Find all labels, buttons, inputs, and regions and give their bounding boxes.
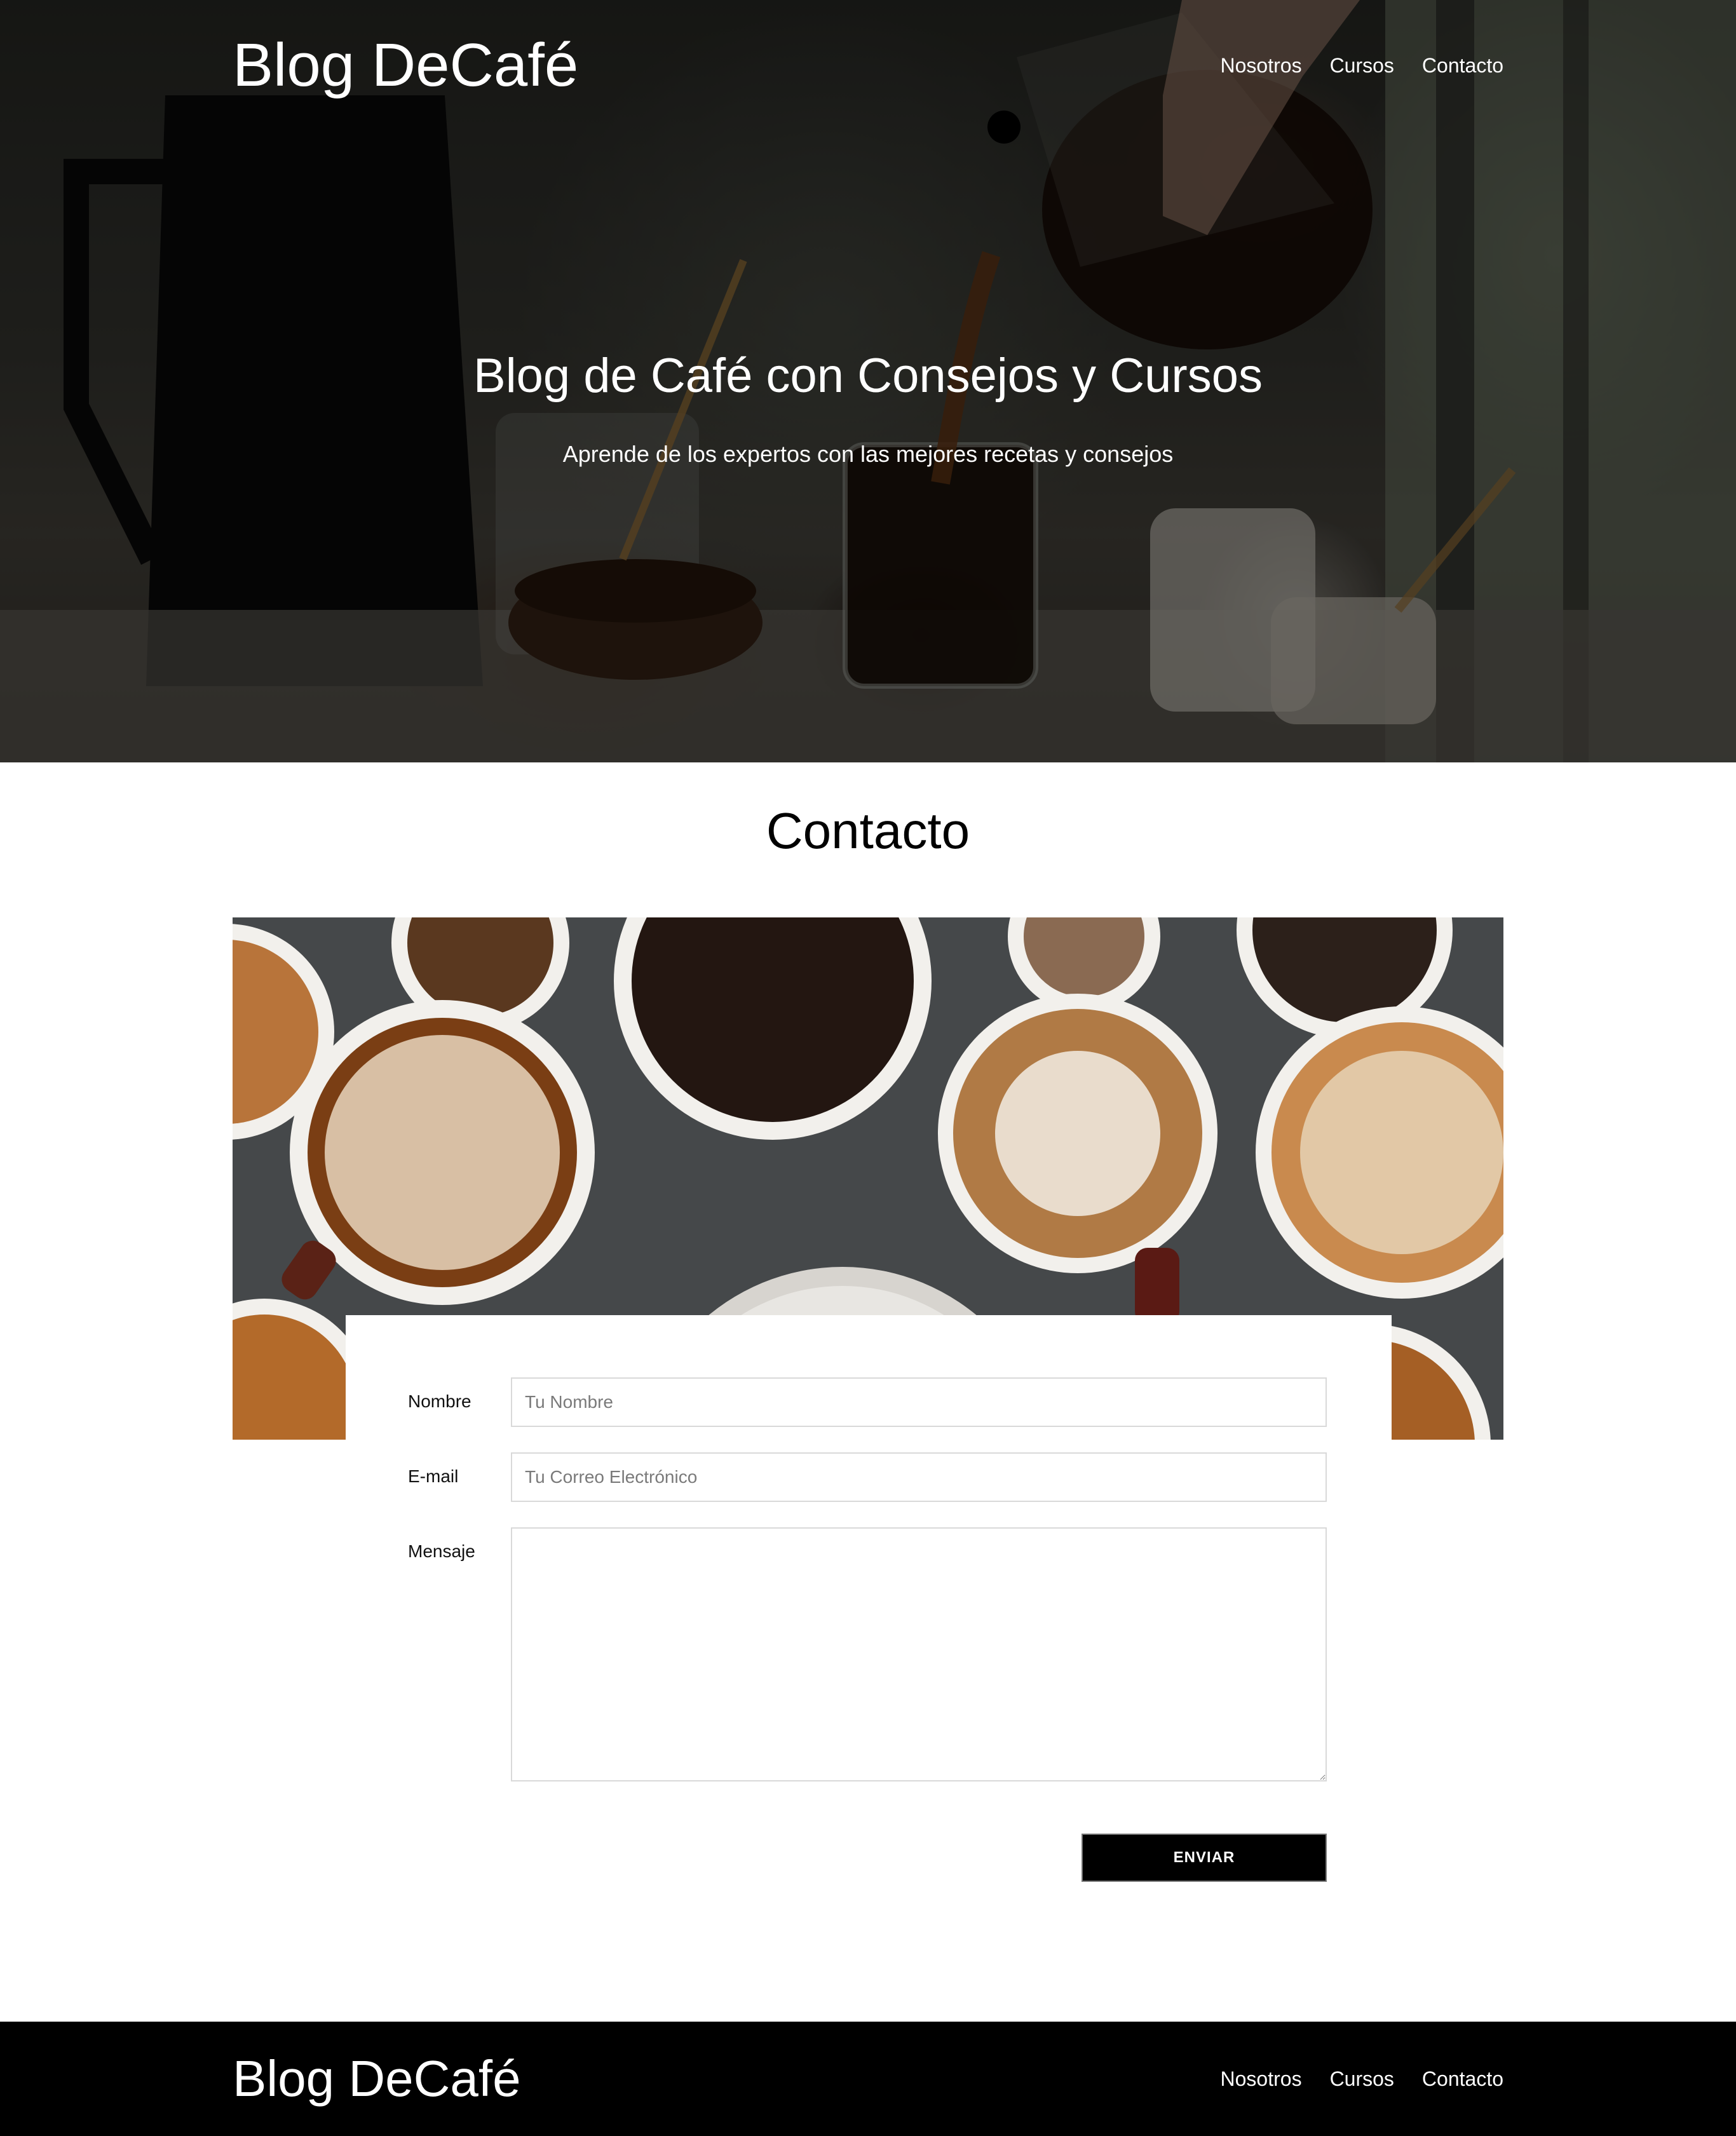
contact-form-card: Nombre E-mail Mensaje ENVIAR	[346, 1315, 1392, 1906]
contact-heading: Contacto	[766, 802, 970, 859]
footer-nav-link-cursos[interactable]: Cursos	[1330, 2063, 1394, 2095]
site-header: Blog DeCafé Nosotros Cursos Contacto	[233, 30, 1503, 100]
submit-button[interactable]: ENVIAR	[1082, 1834, 1327, 1882]
message-label: Mensaje	[408, 1541, 475, 1561]
email-input[interactable]	[511, 1452, 1327, 1502]
nav-link-nosotros[interactable]: Nosotros	[1221, 50, 1302, 81]
message-textarea[interactable]	[511, 1527, 1327, 1781]
name-label: Nombre	[408, 1391, 471, 1411]
footer-nav-link-contacto[interactable]: Contacto	[1422, 2063, 1503, 2095]
footer-nav: Nosotros Cursos Contacto	[1221, 2063, 1503, 2095]
footer-logo[interactable]: Blog DeCafé	[233, 2044, 521, 2114]
site-logo[interactable]: Blog DeCafé	[233, 30, 578, 100]
footer-logo-word-blog: Blog	[233, 2050, 335, 2107]
hero-subtitle: Aprende de los expertos con las mejores …	[562, 441, 1174, 467]
footer-logo-word-decafe: DeCafé	[348, 2050, 521, 2107]
hero-section: Blog DeCafé Nosotros Cursos Contacto Blo…	[0, 0, 1736, 762]
email-label: E-mail	[408, 1466, 459, 1486]
name-input[interactable]	[511, 1377, 1327, 1427]
logo-word-blog: Blog	[233, 31, 355, 99]
main-nav: Nosotros Cursos Contacto	[1221, 50, 1503, 81]
hero-title: Blog de Café con Consejos y Cursos	[473, 349, 1263, 403]
footer-nav-link-nosotros[interactable]: Nosotros	[1221, 2063, 1302, 2095]
site-footer: Blog DeCafé Nosotros Cursos Contacto	[0, 2022, 1736, 2136]
logo-word-decafe: DeCafé	[371, 31, 579, 99]
nav-link-contacto[interactable]: Contacto	[1422, 50, 1503, 81]
nav-link-cursos[interactable]: Cursos	[1330, 50, 1394, 81]
